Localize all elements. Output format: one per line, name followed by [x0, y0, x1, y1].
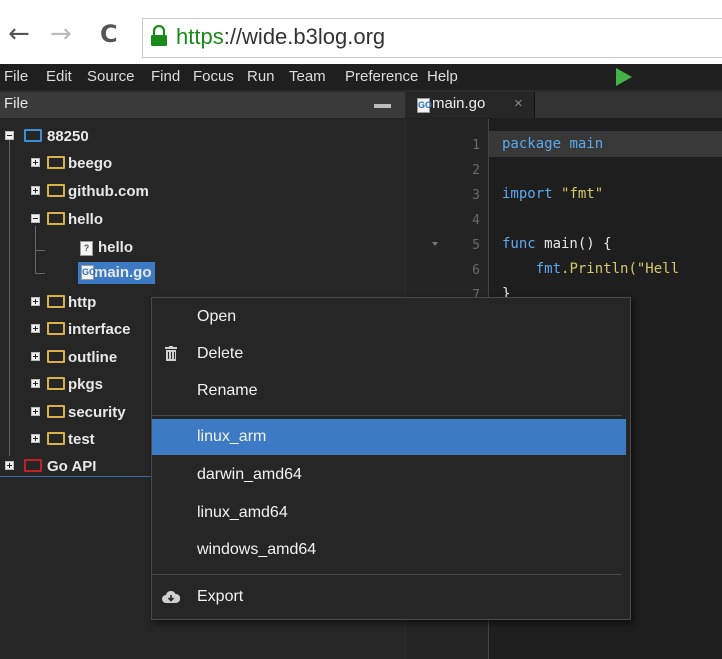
menu-item-windows-amd64[interactable]: windows_amd64 — [152, 532, 626, 568]
menu-item-darwin-amd64[interactable]: darwin_amd64 — [152, 457, 626, 493]
code-line-3[interactable]: import "fmt" — [502, 186, 603, 202]
expand-icon[interactable] — [31, 379, 40, 388]
file-panel-header — [0, 92, 405, 119]
menu-item-delete[interactable]: Delete — [152, 336, 626, 372]
expand-icon[interactable] — [5, 461, 14, 470]
url-host: ://wide.b3log.org — [223, 24, 386, 49]
menu-item-label: linux_amd64 — [197, 504, 288, 521]
back-button[interactable]: ← — [8, 14, 30, 54]
reload-button[interactable]: C — [100, 14, 118, 54]
menu-item-rename[interactable]: Rename — [152, 373, 626, 409]
menu-team[interactable]: Team — [289, 64, 326, 90]
menu-preference[interactable]: Preference — [345, 64, 418, 90]
code-text: main — [561, 136, 604, 152]
menu-item-export[interactable]: Export — [152, 579, 626, 615]
menu-help[interactable]: Help — [427, 64, 458, 90]
menu-file[interactable]: File — [4, 64, 28, 90]
menu-source[interactable]: Source — [87, 64, 135, 90]
tree-item-test[interactable]: test — [68, 429, 95, 451]
code-keyword: package — [502, 136, 562, 152]
menu-item-open[interactable]: Open — [152, 299, 626, 335]
line-number: 5 — [472, 238, 480, 253]
code-keyword: func — [502, 236, 536, 252]
folder-icon — [47, 432, 65, 445]
menu-bar: File Edit Source Find Focus Run Team Pre… — [0, 64, 722, 90]
expand-icon[interactable] — [31, 352, 40, 361]
menu-focus[interactable]: Focus — [193, 64, 234, 90]
tree-item-security[interactable]: security — [68, 402, 126, 424]
expand-icon[interactable] — [31, 324, 40, 333]
line-number: 4 — [472, 213, 480, 228]
menu-divider — [152, 415, 622, 416]
code-string: "fmt" — [561, 186, 604, 202]
line-number: 2 — [472, 163, 480, 178]
folder-icon — [47, 322, 65, 335]
tree-item-pkgs[interactable]: pkgs — [68, 374, 103, 396]
folder-icon — [47, 377, 65, 390]
url-text: https://wide.b3log.org — [176, 21, 385, 53]
expand-icon[interactable] — [31, 434, 40, 443]
menu-divider — [152, 574, 622, 575]
expand-icon[interactable] — [31, 407, 40, 416]
menu-item-linux-arm[interactable]: linux_arm — [152, 419, 626, 455]
code-line-5[interactable]: func main() { — [502, 236, 612, 252]
minimize-icon[interactable] — [374, 104, 391, 108]
folder-icon — [47, 350, 65, 363]
file-panel-title: File — [4, 95, 29, 112]
tab-label: main.go — [432, 95, 486, 112]
line-number: 6 — [472, 263, 480, 278]
menu-item-label: Rename — [197, 382, 258, 399]
fold-icon[interactable] — [432, 242, 438, 246]
menu-run[interactable]: Run — [247, 64, 275, 90]
menu-item-label: windows_amd64 — [197, 541, 317, 558]
menu-item-linux-amd64[interactable]: linux_amd64 — [152, 495, 626, 531]
folder-icon — [24, 459, 42, 472]
line-number: 1 — [472, 138, 480, 153]
url-protocol: https — [176, 24, 224, 49]
lock-icon — [151, 25, 167, 46]
code-line-6[interactable]: fmt.Println("Hell — [502, 261, 679, 277]
menu-item-label: Open — [197, 308, 237, 325]
forward-button[interactable]: → — [50, 14, 72, 54]
tree-item-outline[interactable]: outline — [68, 347, 117, 369]
cloud-download-icon — [162, 590, 180, 603]
menu-item-label: linux_arm — [197, 428, 267, 445]
menu-item-label: Export — [197, 588, 244, 605]
tree-item-interface[interactable]: interface — [68, 319, 131, 341]
menu-item-label: darwin_amd64 — [197, 466, 302, 483]
code-text: .Println("Hell — [561, 261, 680, 277]
line-number: 3 — [472, 188, 480, 203]
tree-item-go-api[interactable]: Go API — [47, 456, 96, 478]
code-text: main() { — [535, 236, 612, 252]
go-file-icon: GO — [417, 98, 432, 113]
trash-icon — [165, 346, 177, 361]
code-keyword: import — [502, 186, 553, 202]
menu-find[interactable]: Find — [151, 64, 180, 90]
close-icon[interactable]: × — [514, 95, 523, 112]
run-icon[interactable] — [616, 68, 632, 86]
folder-icon — [47, 405, 65, 418]
menu-item-label: Delete — [197, 345, 244, 362]
menu-edit[interactable]: Edit — [46, 64, 72, 90]
code-line-1[interactable]: package main — [502, 136, 603, 152]
code-package: fmt — [502, 261, 562, 277]
